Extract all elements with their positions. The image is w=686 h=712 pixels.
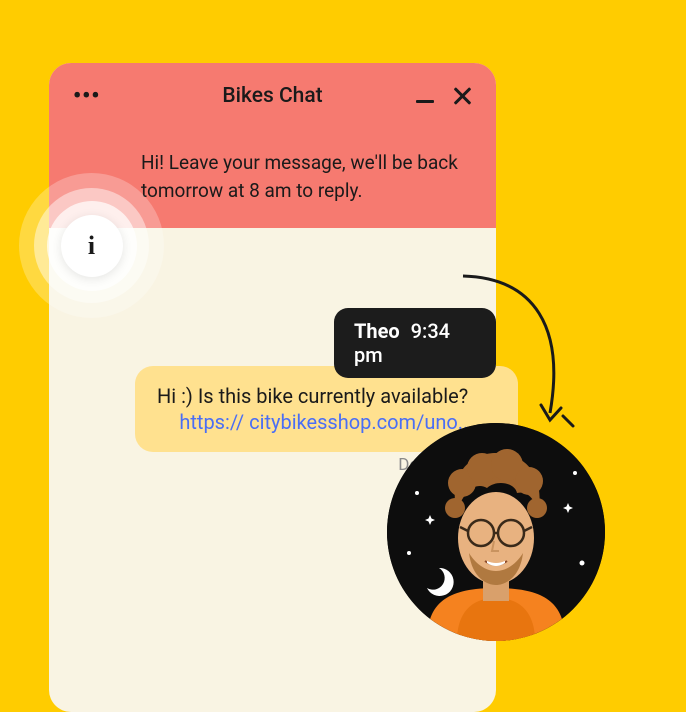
user-avatar: [387, 423, 605, 641]
message-text: Hi :) Is this bike currently available?: [157, 384, 468, 408]
header-top: ••• Bikes Chat: [73, 81, 472, 111]
sender-badge: Theo 9:34 pm: [334, 308, 496, 378]
info-badge: i: [19, 173, 164, 318]
message-link[interactable]: https:// citybikesshop.com/uno...: [157, 410, 496, 434]
info-icon: i: [61, 215, 123, 277]
more-icon[interactable]: •••: [73, 84, 100, 109]
chat-title: Bikes Chat: [222, 84, 322, 108]
window-controls: [416, 86, 472, 106]
greeting-text: Hi! Leave your message, we'll be back to…: [141, 149, 471, 204]
sender-name: Theo: [354, 319, 400, 343]
close-icon[interactable]: [452, 86, 472, 106]
minimize-icon[interactable]: [416, 100, 434, 103]
